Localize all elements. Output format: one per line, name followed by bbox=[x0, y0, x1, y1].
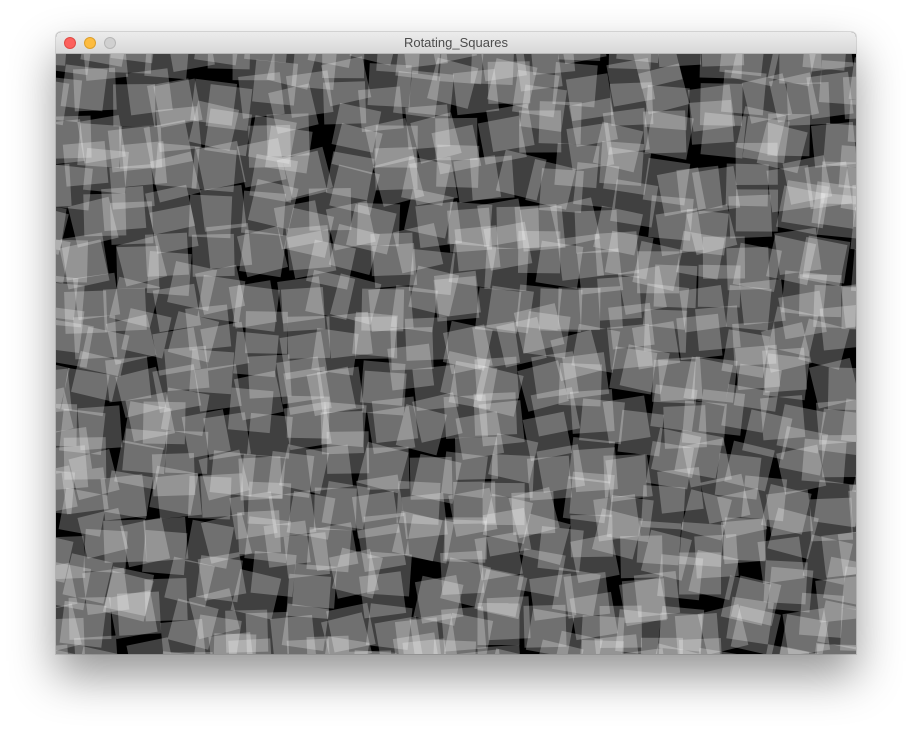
square bbox=[143, 516, 189, 562]
sketch-canvas[interactable] bbox=[56, 54, 856, 654]
square bbox=[105, 356, 152, 403]
square bbox=[60, 64, 108, 112]
square bbox=[60, 232, 109, 281]
square bbox=[187, 475, 232, 520]
square bbox=[185, 304, 232, 351]
square bbox=[308, 188, 352, 231]
square bbox=[819, 304, 856, 351]
square bbox=[517, 230, 561, 274]
square bbox=[728, 194, 773, 239]
square bbox=[643, 110, 687, 154]
square bbox=[469, 155, 515, 201]
square bbox=[518, 110, 562, 153]
square bbox=[292, 563, 338, 609]
square bbox=[116, 591, 162, 636]
window-title: Rotating_Squares bbox=[403, 35, 509, 50]
square bbox=[433, 270, 481, 318]
app-window: Rotating_Squares bbox=[56, 32, 856, 654]
squares-drawing bbox=[56, 54, 856, 654]
square bbox=[726, 596, 774, 645]
square bbox=[811, 181, 856, 229]
square bbox=[61, 467, 109, 515]
square bbox=[762, 353, 810, 401]
title-bar[interactable]: Rotating_Squares bbox=[56, 32, 856, 54]
square bbox=[801, 438, 847, 484]
square bbox=[432, 639, 477, 654]
square bbox=[676, 313, 723, 361]
square bbox=[594, 231, 640, 276]
square bbox=[228, 638, 273, 654]
square bbox=[763, 560, 808, 605]
